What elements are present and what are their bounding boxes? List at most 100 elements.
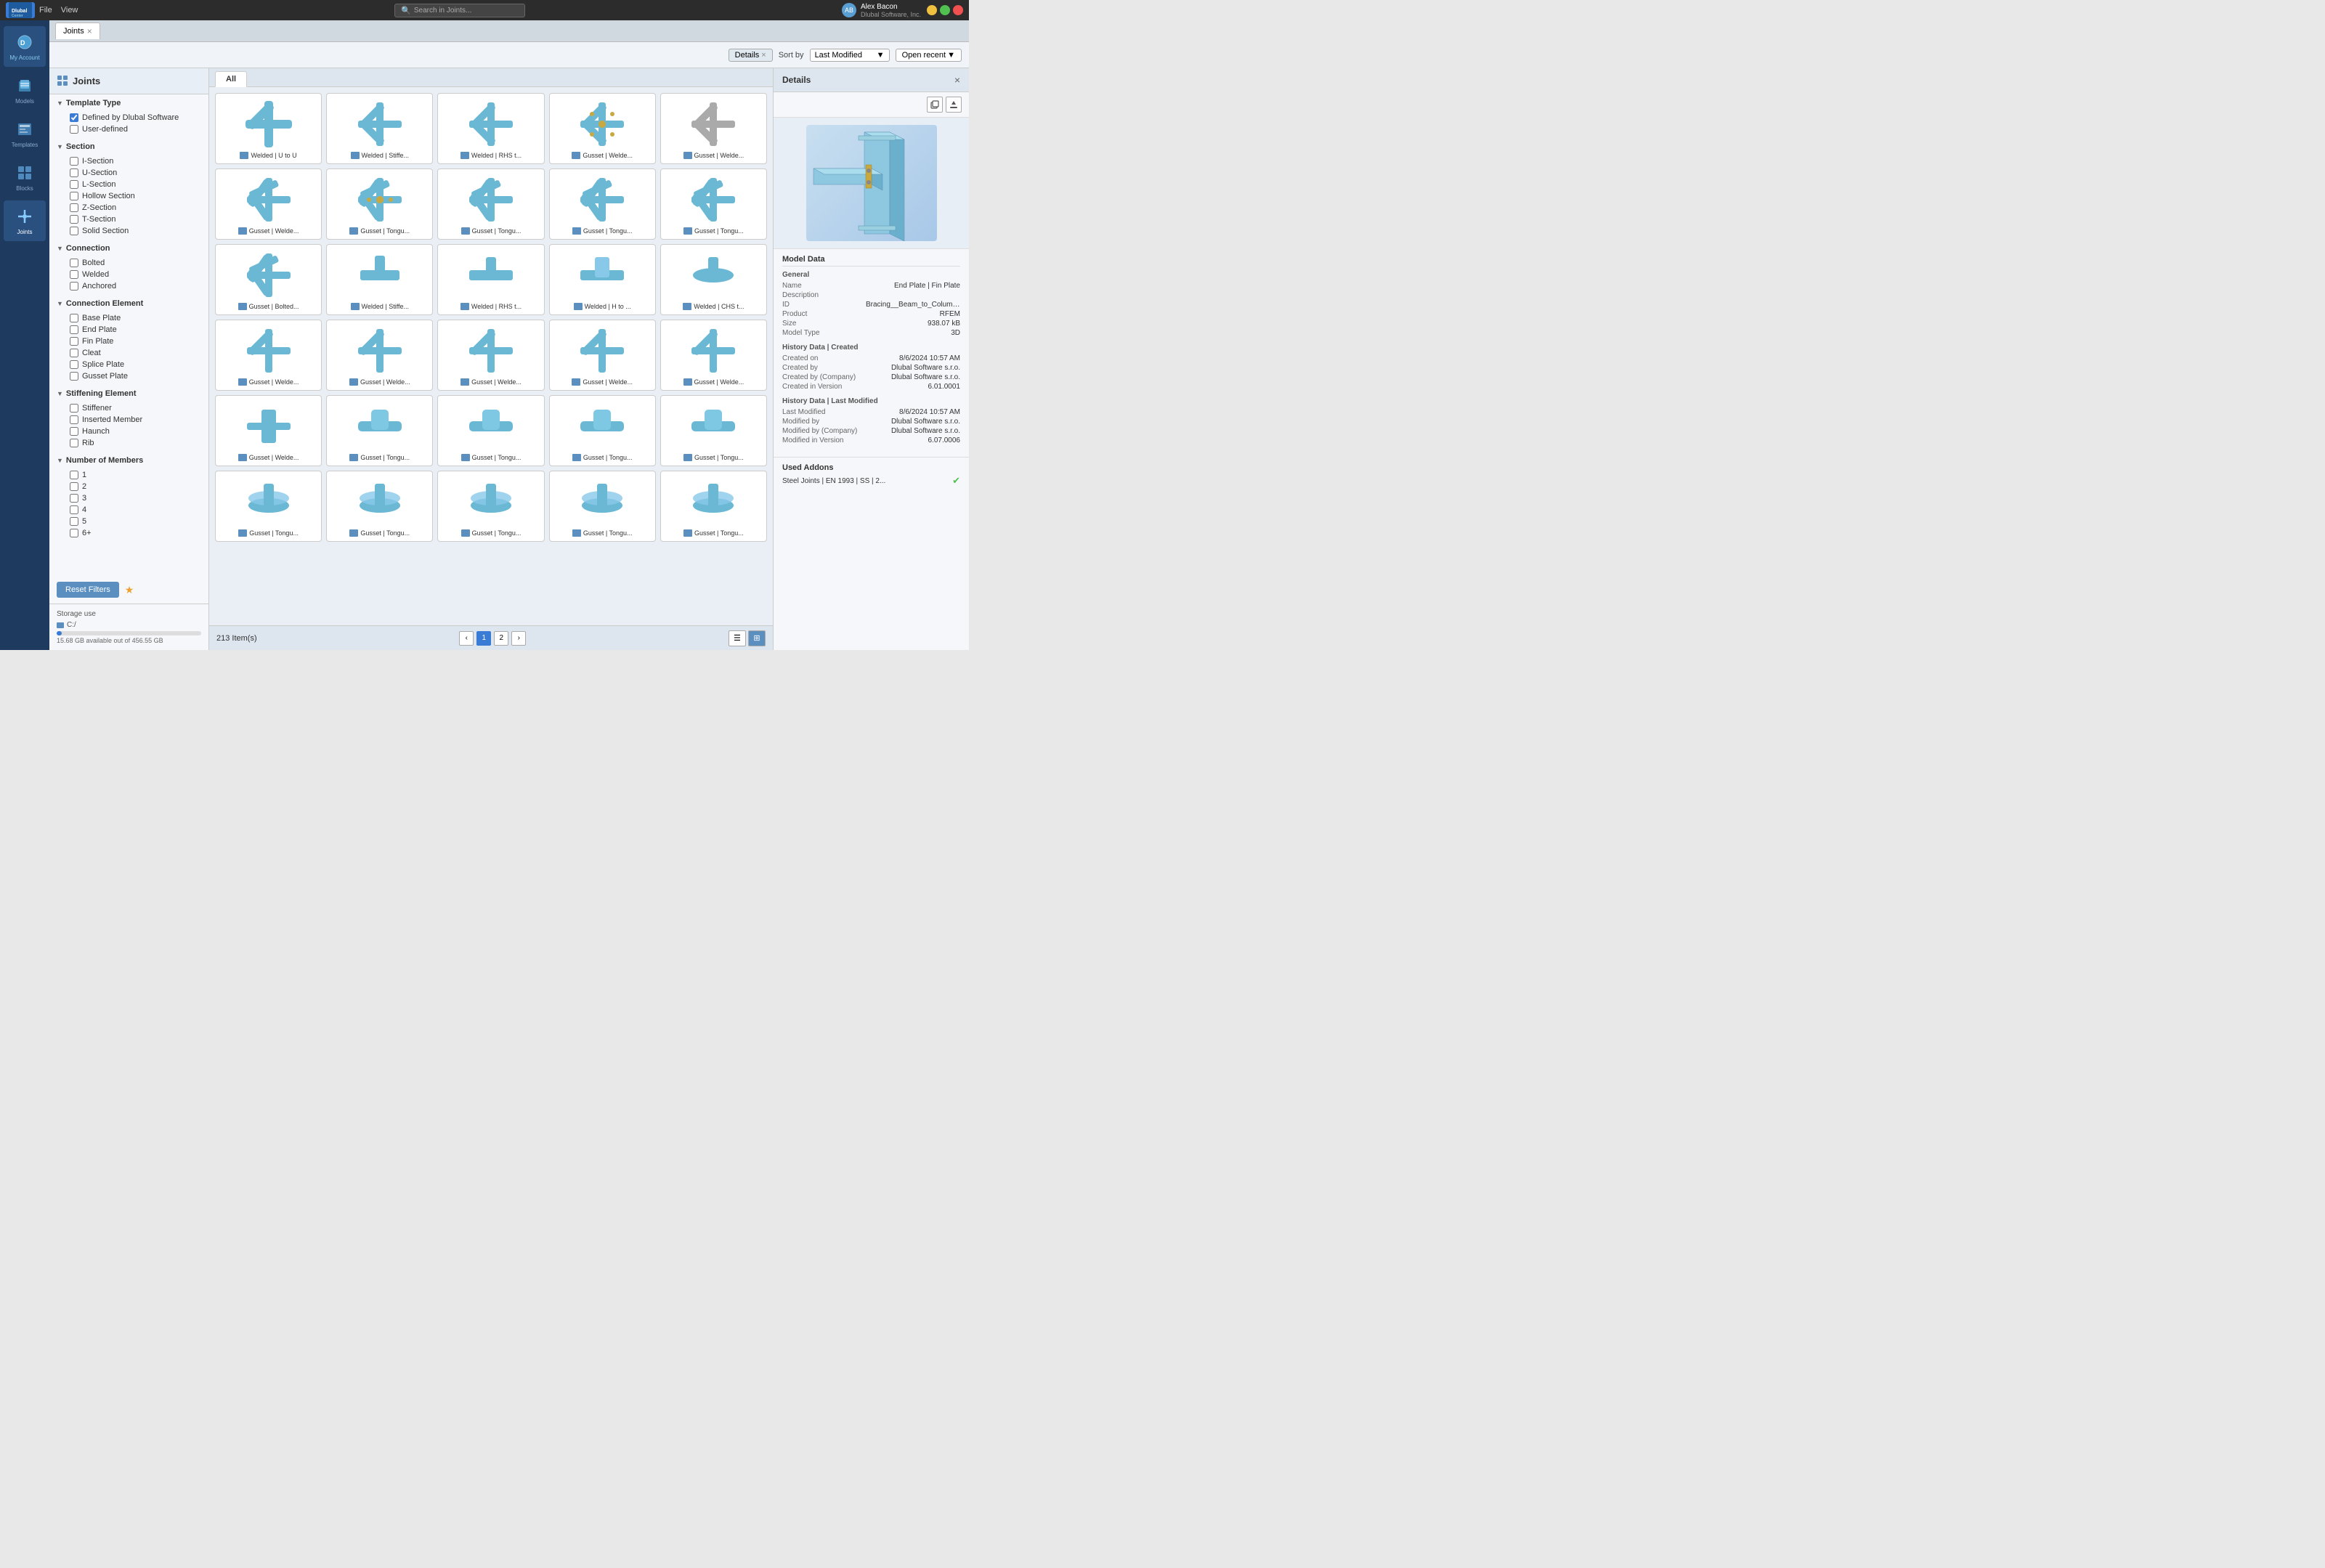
filter-checkbox-rib[interactable] (70, 439, 78, 447)
filter-item-welded[interactable]: Welded (64, 269, 208, 280)
filter-item-cleat[interactable]: Cleat (64, 347, 208, 359)
menu-file[interactable]: File (39, 6, 52, 15)
filter-checkbox-z-section[interactable] (70, 203, 78, 212)
tab-close-icon[interactable]: × (87, 26, 92, 36)
nav-item-joints[interactable]: Joints (4, 200, 46, 241)
maximize-button[interactable] (940, 5, 950, 15)
filter-item-base-plate[interactable]: Base Plate (64, 312, 208, 324)
grid-item-2[interactable]: Welded | RHS t... (437, 93, 544, 164)
grid-item-10[interactable]: Gusset | Bolted... (215, 244, 322, 315)
filter-checkbox-u-section[interactable] (70, 168, 78, 177)
filter-item-t-section[interactable]: T-Section (64, 214, 208, 225)
filter-section-header-connection-element[interactable]: ▼ Connection Element (49, 296, 208, 311)
grid-item-5[interactable]: Gusset | Welde... (215, 168, 322, 240)
grid-item-13[interactable]: Welded | H to ... (549, 244, 656, 315)
filter-item-user-defined[interactable]: User-defined (64, 123, 208, 135)
filter-item-i-section[interactable]: I-Section (64, 155, 208, 167)
filter-item-6plus[interactable]: 6+ (64, 527, 208, 539)
filter-checkbox-welded[interactable] (70, 270, 78, 279)
filter-checkbox-gusset-plate[interactable] (70, 372, 78, 381)
grid-item-1[interactable]: Welded | Stiffe... (326, 93, 433, 164)
grid-item-7[interactable]: Gusset | Tongu... (437, 168, 544, 240)
nav-item-blocks[interactable]: Blocks (4, 157, 46, 198)
filter-checkbox-4[interactable] (70, 505, 78, 514)
filter-item-bolted[interactable]: Bolted (64, 257, 208, 269)
menu-view[interactable]: View (61, 6, 78, 15)
list-view-button[interactable]: ☰ (729, 630, 746, 646)
filter-checkbox-end-plate[interactable] (70, 325, 78, 334)
filter-section-header-stiffening-element[interactable]: ▼ Stiffening Element (49, 386, 208, 401)
sort-select[interactable]: Last Modified ▼ (810, 49, 890, 62)
filter-item-l-section[interactable]: L-Section (64, 179, 208, 190)
grid-item-21[interactable]: Gusset | Tongu... (326, 395, 433, 466)
reset-filters-button[interactable]: Reset Filters (57, 582, 119, 598)
grid-item-14[interactable]: Welded | CHS t... (660, 244, 767, 315)
page-next-button[interactable]: › (511, 631, 526, 646)
grid-item-23[interactable]: Gusset | Tongu... (549, 395, 656, 466)
grid-item-0[interactable]: Welded | U to U (215, 93, 322, 164)
filter-checkbox-l-section[interactable] (70, 180, 78, 189)
nav-item-templates[interactable]: Templates (4, 113, 46, 154)
filter-checkbox-cleat[interactable] (70, 349, 78, 357)
filter-checkbox-6plus[interactable] (70, 529, 78, 537)
filter-item-hollow-section[interactable]: Hollow Section (64, 190, 208, 202)
filter-item-fin-plate[interactable]: Fin Plate (64, 336, 208, 347)
filter-item-haunch[interactable]: Haunch (64, 426, 208, 437)
filter-checkbox-3[interactable] (70, 494, 78, 503)
grid-item-17[interactable]: Gusset | Welde... (437, 320, 544, 391)
grid-item-18[interactable]: Gusset | Welde... (549, 320, 656, 391)
details-button[interactable]: Details × (729, 49, 773, 62)
nav-item-home[interactable]: D My Account (4, 26, 46, 67)
grid-item-29[interactable]: Gusset | Tongu... (660, 471, 767, 542)
filter-item-anchored[interactable]: Anchored (64, 280, 208, 292)
filter-item-5[interactable]: 5 (64, 516, 208, 527)
filter-item-gusset-plate[interactable]: Gusset Plate (64, 370, 208, 382)
filter-checkbox-user-defined[interactable] (70, 125, 78, 134)
filter-checkbox-i-section[interactable] (70, 157, 78, 166)
filter-item-stiffener[interactable]: Stiffener (64, 402, 208, 414)
grid-item-9[interactable]: Gusset | Tongu... (660, 168, 767, 240)
filter-item-defined-by-dlubal[interactable]: Defined by Dlubal Software (64, 112, 208, 123)
filter-item-splice-plate[interactable]: Splice Plate (64, 359, 208, 370)
filter-checkbox-hollow-section[interactable] (70, 192, 78, 200)
details-copy-button[interactable] (927, 97, 943, 113)
filter-section-header-connection[interactable]: ▼ Connection (49, 241, 208, 256)
grid-item-6[interactable]: Gusset | Tongu... (326, 168, 433, 240)
grid-item-26[interactable]: Gusset | Tongu... (326, 471, 433, 542)
search-bar[interactable]: 🔍 Search in Joints... (394, 4, 525, 17)
filter-section-header-template-type[interactable]: ▼ Template Type (49, 96, 208, 110)
open-recent-button[interactable]: Open recent ▼ (896, 49, 962, 62)
grid-view-button[interactable]: ⊞ (748, 630, 766, 646)
filter-checkbox-anchored[interactable] (70, 282, 78, 291)
filter-section-header-section[interactable]: ▼ Section (49, 139, 208, 154)
filter-checkbox-stiffener[interactable] (70, 404, 78, 413)
grid-item-8[interactable]: Gusset | Tongu... (549, 168, 656, 240)
grid-item-16[interactable]: Gusset | Welde... (326, 320, 433, 391)
favorite-button[interactable]: ★ (125, 584, 134, 596)
filter-checkbox-solid-section[interactable] (70, 227, 78, 235)
page-1-button[interactable]: 1 (476, 631, 491, 646)
close-button[interactable] (953, 5, 963, 15)
grid-item-4[interactable]: Gusset | Welde... (660, 93, 767, 164)
filter-item-rib[interactable]: Rib (64, 437, 208, 449)
filter-checkbox-5[interactable] (70, 517, 78, 526)
grid-item-28[interactable]: Gusset | Tongu... (549, 471, 656, 542)
details-download-button[interactable] (946, 97, 962, 113)
page-2-button[interactable]: 2 (494, 631, 508, 646)
filter-item-3[interactable]: 3 (64, 492, 208, 504)
filter-checkbox-fin-plate[interactable] (70, 337, 78, 346)
minimize-button[interactable] (927, 5, 937, 15)
filter-checkbox-inserted-member[interactable] (70, 415, 78, 424)
grid-item-19[interactable]: Gusset | Welde... (660, 320, 767, 391)
filter-item-u-section[interactable]: U-Section (64, 167, 208, 179)
filter-item-2[interactable]: 2 (64, 481, 208, 492)
grid-item-22[interactable]: Gusset | Tongu... (437, 395, 544, 466)
filter-checkbox-splice-plate[interactable] (70, 360, 78, 369)
filter-checkbox-t-section[interactable] (70, 215, 78, 224)
filter-item-solid-section[interactable]: Solid Section (64, 225, 208, 237)
filter-section-header-number-of-members[interactable]: ▼ Number of Members (49, 453, 208, 468)
grid-item-3[interactable]: Gusset | Welde... (549, 93, 656, 164)
filter-checkbox-2[interactable] (70, 482, 78, 491)
grid-item-15[interactable]: Gusset | Welde... (215, 320, 322, 391)
filter-checkbox-base-plate[interactable] (70, 314, 78, 322)
